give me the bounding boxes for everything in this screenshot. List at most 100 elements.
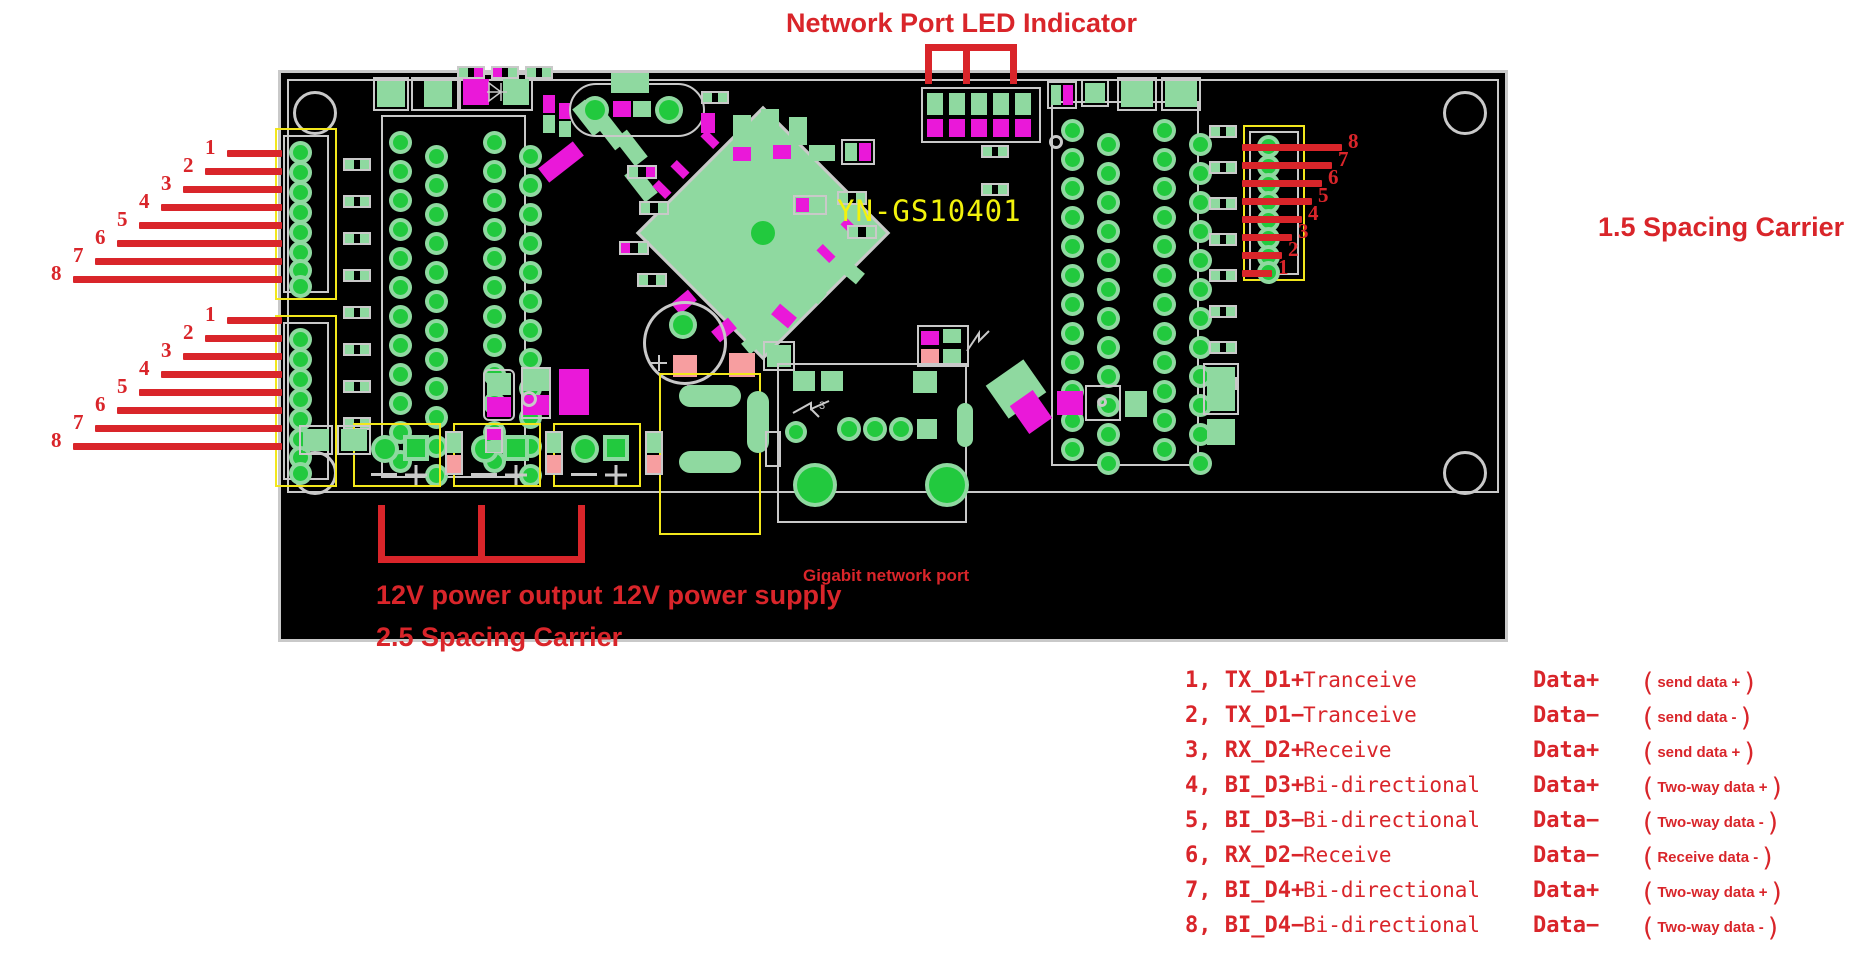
pad xyxy=(1157,384,1172,399)
pad xyxy=(393,367,408,382)
pad xyxy=(293,466,308,481)
pinout-description: ( send data + ) xyxy=(1643,668,1755,698)
pad xyxy=(1101,340,1116,355)
pad xyxy=(1193,166,1208,181)
diode-symbol-icon xyxy=(487,81,507,103)
minus-marker-icon xyxy=(371,473,397,476)
pad xyxy=(1101,224,1116,239)
pad xyxy=(523,265,538,280)
large-pad xyxy=(797,467,833,503)
pad xyxy=(1065,413,1080,428)
leader-line xyxy=(205,168,282,175)
smd-resistor xyxy=(343,380,371,393)
pin-number-label: 3 xyxy=(1298,219,1309,243)
pinout-table: 1, TX_D1+ Tranceive Data+( send data + ) 2,… xyxy=(1185,668,1865,948)
plus-marker-icon xyxy=(505,465,527,485)
pad xyxy=(1065,268,1080,283)
smd-pad xyxy=(547,433,561,453)
pad xyxy=(1065,210,1080,225)
pad xyxy=(673,315,693,335)
pad xyxy=(393,193,408,208)
pad xyxy=(1193,340,1208,355)
pinout-pin-id: 3, RX_D2+ xyxy=(1185,738,1305,763)
pad xyxy=(1101,456,1116,471)
pad xyxy=(1101,282,1116,297)
leader-line xyxy=(139,389,282,396)
pin-number-label: 6 xyxy=(1328,165,1339,189)
pad xyxy=(429,323,444,338)
pinout-direction: Data+ xyxy=(1533,668,1600,693)
leader-line xyxy=(1242,162,1332,169)
pad xyxy=(429,236,444,251)
pad xyxy=(293,165,308,180)
pinout-direction: Data+ xyxy=(1533,738,1600,763)
pin-number-label: 3 xyxy=(161,338,172,362)
leader-line xyxy=(227,150,282,157)
pad xyxy=(487,280,502,295)
pad xyxy=(393,222,408,237)
board-silkscreen-label: YN-GS10401 xyxy=(837,194,1022,228)
leader-line xyxy=(1242,144,1342,151)
pad xyxy=(1101,137,1116,152)
smd-cap xyxy=(559,121,571,137)
pin-number-label: 6 xyxy=(95,392,106,416)
pad xyxy=(1101,195,1116,210)
pad xyxy=(841,421,857,437)
smd-resistor xyxy=(1209,197,1237,210)
diode-anode-pad xyxy=(463,79,489,105)
smd-resistor xyxy=(525,66,553,79)
pin-number-label: 4 xyxy=(139,189,150,213)
leader-line xyxy=(161,371,282,378)
plus-marker-icon xyxy=(651,355,667,371)
pad xyxy=(293,332,308,347)
pin-number-label: 7 xyxy=(73,410,84,434)
pad xyxy=(293,392,308,407)
smd-resistor xyxy=(343,343,371,356)
pinout-pin-id: 6, RX_D2− xyxy=(1185,843,1305,868)
regulator-pad xyxy=(487,397,511,417)
smd-resistor xyxy=(639,201,669,215)
smd-resistor xyxy=(1209,233,1237,246)
leader-line xyxy=(227,317,282,324)
leader-line xyxy=(205,335,282,342)
pad xyxy=(393,251,408,266)
power-output-bracket-leg-1 xyxy=(378,505,385,563)
smd-resistor xyxy=(637,273,667,287)
led-pad xyxy=(949,93,965,115)
pin-number-label: 6 xyxy=(95,225,106,249)
smd-resistor xyxy=(343,269,371,282)
smd-block xyxy=(957,403,973,447)
smd-block xyxy=(303,429,329,451)
leader-line xyxy=(1242,180,1322,187)
smd-block xyxy=(789,117,807,145)
leader-line xyxy=(1242,234,1292,241)
minus-marker-icon xyxy=(571,473,597,476)
pinout-function: Tranceive xyxy=(1303,703,1417,727)
smd-pad xyxy=(547,455,561,473)
minus-marker-icon xyxy=(471,473,497,476)
smd-resistor xyxy=(343,195,371,208)
pin-number-label: 8 xyxy=(51,261,62,285)
pad xyxy=(659,100,679,120)
pinout-function: Bi-directional xyxy=(1303,913,1481,937)
plus-marker-icon xyxy=(405,465,427,485)
smd-block xyxy=(917,419,937,439)
pinout-direction: Data− xyxy=(1533,808,1600,833)
pad xyxy=(375,439,395,459)
pinout-direction: Data+ xyxy=(1533,773,1600,798)
smd-outline xyxy=(1161,77,1201,111)
smd-resistor xyxy=(1209,125,1237,138)
pad xyxy=(1157,181,1172,196)
smd-cap-large xyxy=(559,369,589,415)
pad xyxy=(293,145,308,160)
pinout-row: 8, BI_D4− Bi-directional Data− ( Two-way da… xyxy=(1185,913,1865,948)
smd-pad xyxy=(845,143,857,161)
power-pad xyxy=(679,385,741,407)
pad xyxy=(429,207,444,222)
pin-number-label: 1 xyxy=(1278,255,1289,279)
pad xyxy=(393,338,408,353)
leader-line xyxy=(95,425,282,432)
power-output-bracket-leg-3 xyxy=(578,505,585,563)
pad xyxy=(429,352,444,367)
inductor-symbol-icon xyxy=(966,329,990,352)
